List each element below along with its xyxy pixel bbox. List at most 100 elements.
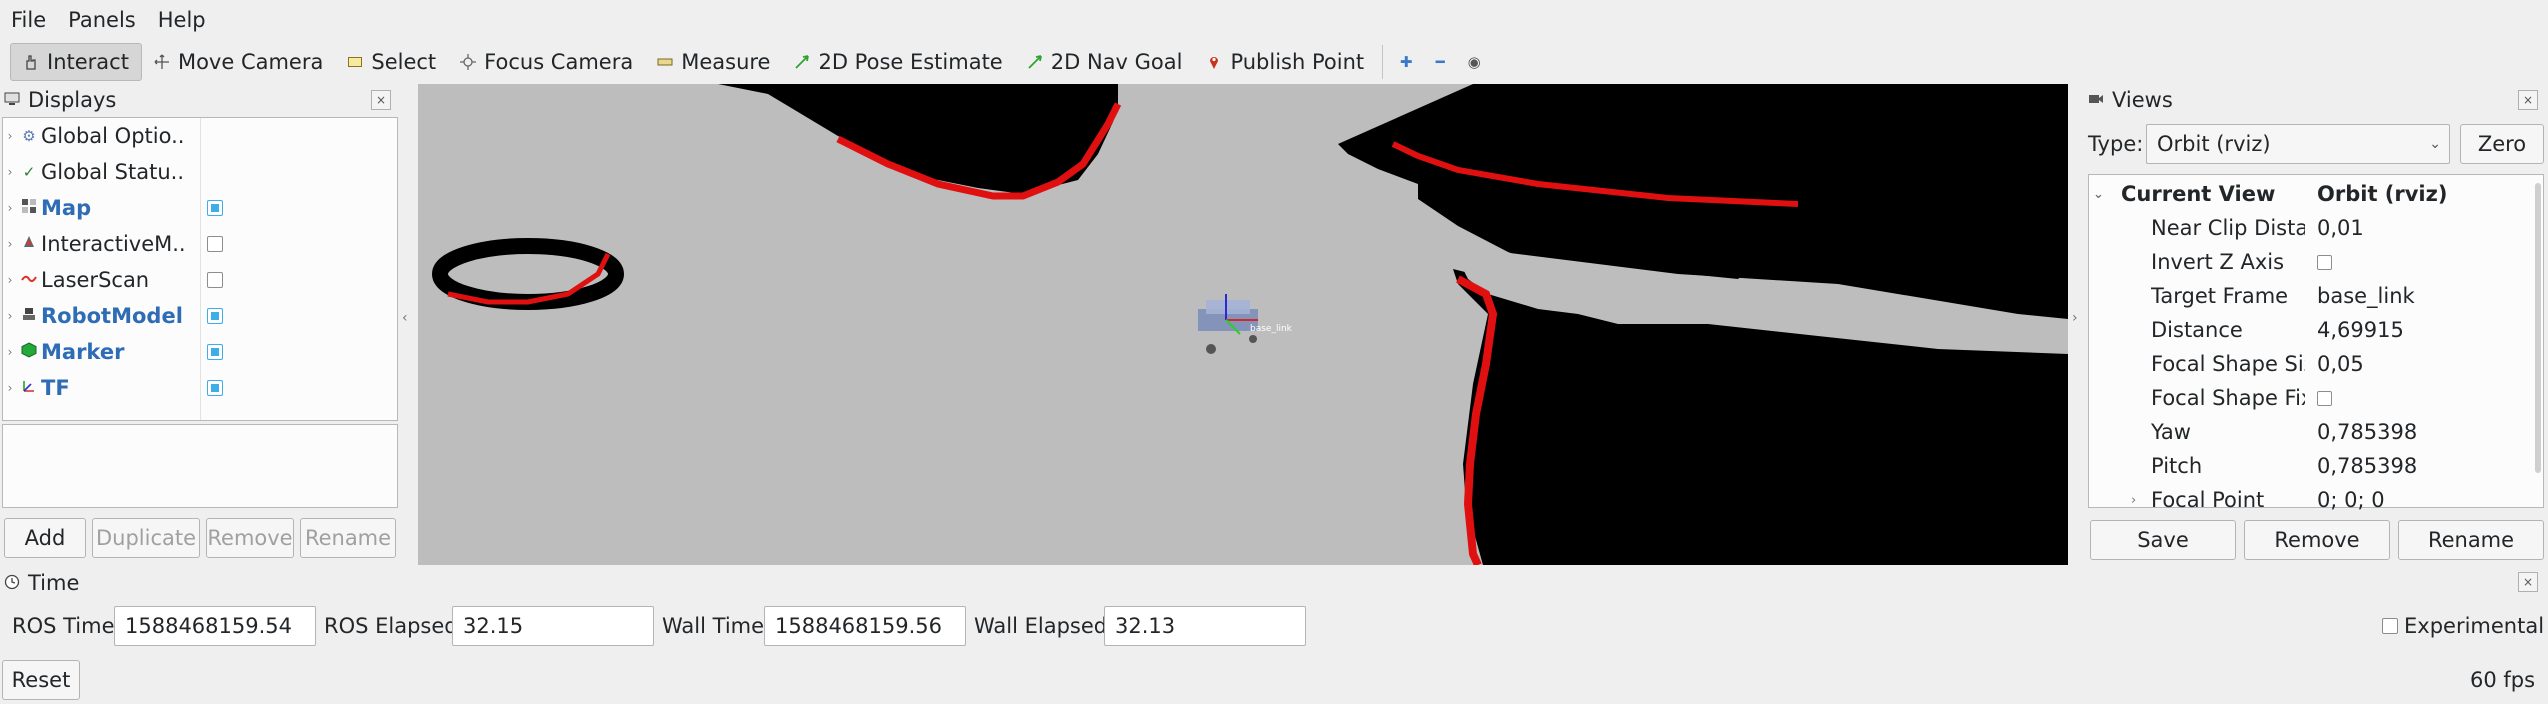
add-display-button[interactable]: Add: [4, 518, 86, 558]
tool-focus-camera-label: Focus Camera: [484, 50, 634, 74]
duplicate-display-button[interactable]: Duplicate: [92, 518, 200, 558]
toolbar-separator: [1382, 45, 1384, 79]
clock-icon: [4, 571, 20, 595]
wall-time-field[interactable]: 1588468159.56: [764, 606, 966, 646]
tool-publish-point[interactable]: Publish Point: [1194, 43, 1376, 81]
menu-help[interactable]: Help: [147, 0, 217, 40]
prop-value[interactable]: base_link: [2317, 284, 2415, 308]
render-viewport[interactable]: base_link: [418, 84, 2068, 565]
menu-file[interactable]: File: [0, 0, 57, 40]
expand-arrow-icon[interactable]: ›: [2131, 493, 2136, 508]
display-item-global-status[interactable]: › ✓ Global Statu...: [3, 154, 185, 190]
tool-select[interactable]: Select: [335, 43, 448, 81]
map-enabled-checkbox[interactable]: [207, 200, 223, 216]
view-type-select[interactable]: Orbit (rviz) ⌄: [2146, 124, 2450, 164]
select-icon: [347, 54, 363, 70]
invert-z-checkbox[interactable]: [2317, 254, 2332, 270]
chevron-down-icon: ⌄: [2429, 136, 2441, 152]
add-tool-button[interactable]: ✚: [1389, 43, 1423, 81]
tool-select-label: Select: [371, 50, 437, 74]
prop-yaw[interactable]: Yaw 0,785398: [2089, 415, 2529, 449]
prop-value[interactable]: 0; 0; 0: [2317, 488, 2385, 512]
display-item-global-options[interactable]: › ⚙ Global Optio...: [3, 118, 185, 154]
prop-name: Pitch: [2151, 454, 2203, 478]
expand-arrow-icon[interactable]: ›: [3, 309, 17, 323]
display-description-box: [2, 424, 398, 508]
current-view-label: Current View: [2121, 182, 2276, 206]
expand-arrow-icon[interactable]: ›: [3, 129, 17, 143]
prop-focal-shape-fixed[interactable]: Focal Shape Fix...: [2089, 381, 2529, 415]
time-close-button[interactable]: ×: [2518, 572, 2538, 592]
current-view-value: Orbit (rviz): [2317, 182, 2448, 206]
prop-value[interactable]: 0,05: [2317, 352, 2364, 376]
tool-interact-label: Interact: [47, 50, 129, 74]
menu-panels[interactable]: Panels: [57, 0, 147, 40]
collapse-left-icon[interactable]: ‹: [402, 310, 408, 326]
display-item-tf[interactable]: › TF: [3, 370, 223, 406]
interactive-marker-icon: [17, 234, 41, 254]
focal-shape-fixed-checkbox[interactable]: [2317, 390, 2332, 406]
prop-pitch[interactable]: Pitch 0,785398: [2089, 449, 2529, 483]
ros-time-field[interactable]: 1588468159.54: [114, 606, 316, 646]
prop-value[interactable]: 0,01: [2317, 216, 2364, 240]
display-item-interactive-markers[interactable]: › InteractiveM...: [3, 226, 223, 262]
expand-arrow-icon[interactable]: ›: [3, 273, 17, 287]
zero-view-button[interactable]: Zero: [2460, 124, 2544, 164]
hide-tool-button[interactable]: ◉: [1457, 43, 1491, 81]
prop-distance[interactable]: Distance 4,69915: [2089, 313, 2529, 347]
marker-checkbox[interactable]: [207, 344, 223, 360]
prop-value[interactable]: 0,785398: [2317, 420, 2417, 444]
map-icon: [17, 198, 41, 218]
tool-move-camera[interactable]: Move Camera: [142, 43, 335, 81]
prop-near-clip[interactable]: Near Clip Dista... 0,01: [2089, 211, 2529, 245]
ruler-icon: [657, 54, 673, 70]
displays-title-bar: Displays: [0, 85, 400, 115]
remove-view-button[interactable]: Remove: [2244, 520, 2390, 560]
views-close-button[interactable]: ×: [2518, 90, 2538, 110]
display-item-label: TF: [41, 376, 70, 400]
expand-arrow-icon[interactable]: ›: [3, 165, 17, 179]
collapse-arrow-icon[interactable]: ⌄: [2093, 187, 2104, 202]
monitor-icon: [4, 88, 20, 112]
pin-icon: [1206, 54, 1222, 70]
prop-focal-shape-size[interactable]: Focal Shape Size 0,05: [2089, 347, 2529, 381]
tool-2d-pose-estimate[interactable]: 2D Pose Estimate: [782, 43, 1014, 81]
tool-interact[interactable]: Interact: [10, 43, 142, 81]
save-view-button[interactable]: Save: [2090, 520, 2236, 560]
robot-frame-label: base_link: [1250, 324, 1293, 334]
prop-name: Yaw: [2151, 420, 2191, 444]
remove-tool-button[interactable]: ━: [1423, 43, 1457, 81]
prop-value[interactable]: 0,785398: [2317, 454, 2417, 478]
reset-button[interactable]: Reset: [2, 660, 80, 700]
interactive-markers-checkbox[interactable]: [207, 236, 223, 252]
display-item-robotmodel[interactable]: › RobotModel: [3, 298, 223, 334]
prop-value[interactable]: 4,69915: [2317, 318, 2404, 342]
remove-display-button[interactable]: Remove: [206, 518, 294, 558]
robotmodel-checkbox[interactable]: [207, 308, 223, 324]
collapse-right-icon[interactable]: ›: [2072, 310, 2078, 326]
rename-view-button[interactable]: Rename: [2398, 520, 2544, 560]
tool-measure[interactable]: Measure: [645, 43, 782, 81]
expand-arrow-icon[interactable]: ›: [3, 381, 17, 395]
ros-elapsed-field[interactable]: 32.15: [452, 606, 654, 646]
display-item-map[interactable]: › Map: [3, 190, 223, 226]
display-item-marker[interactable]: › Marker: [3, 334, 223, 370]
expand-arrow-icon[interactable]: ›: [3, 237, 17, 251]
tool-focus-camera[interactable]: Focus Camera: [448, 43, 645, 81]
wall-elapsed-field[interactable]: 32.13: [1104, 606, 1306, 646]
tf-checkbox[interactable]: [207, 380, 223, 396]
prop-focal-point[interactable]: › Focal Point 0; 0; 0: [2089, 483, 2529, 517]
tool-2d-pose-estimate-label: 2D Pose Estimate: [818, 50, 1003, 74]
expand-arrow-icon[interactable]: ›: [3, 201, 17, 215]
view-properties-scrollbar[interactable]: [2535, 183, 2541, 473]
experimental-checkbox[interactable]: [2382, 618, 2398, 634]
tool-2d-nav-goal[interactable]: 2D Nav Goal: [1015, 43, 1195, 81]
display-item-laserscan[interactable]: › LaserScan: [3, 262, 223, 298]
laserscan-checkbox[interactable]: [207, 272, 223, 288]
current-view-row[interactable]: ⌄ Current View Orbit (rviz): [2089, 177, 2529, 211]
expand-arrow-icon[interactable]: ›: [3, 345, 17, 359]
prop-invert-z[interactable]: Invert Z Axis: [2089, 245, 2529, 279]
displays-close-button[interactable]: ×: [371, 90, 391, 110]
rename-display-button[interactable]: Rename: [300, 518, 396, 558]
prop-target-frame[interactable]: Target Frame base_link: [2089, 279, 2529, 313]
